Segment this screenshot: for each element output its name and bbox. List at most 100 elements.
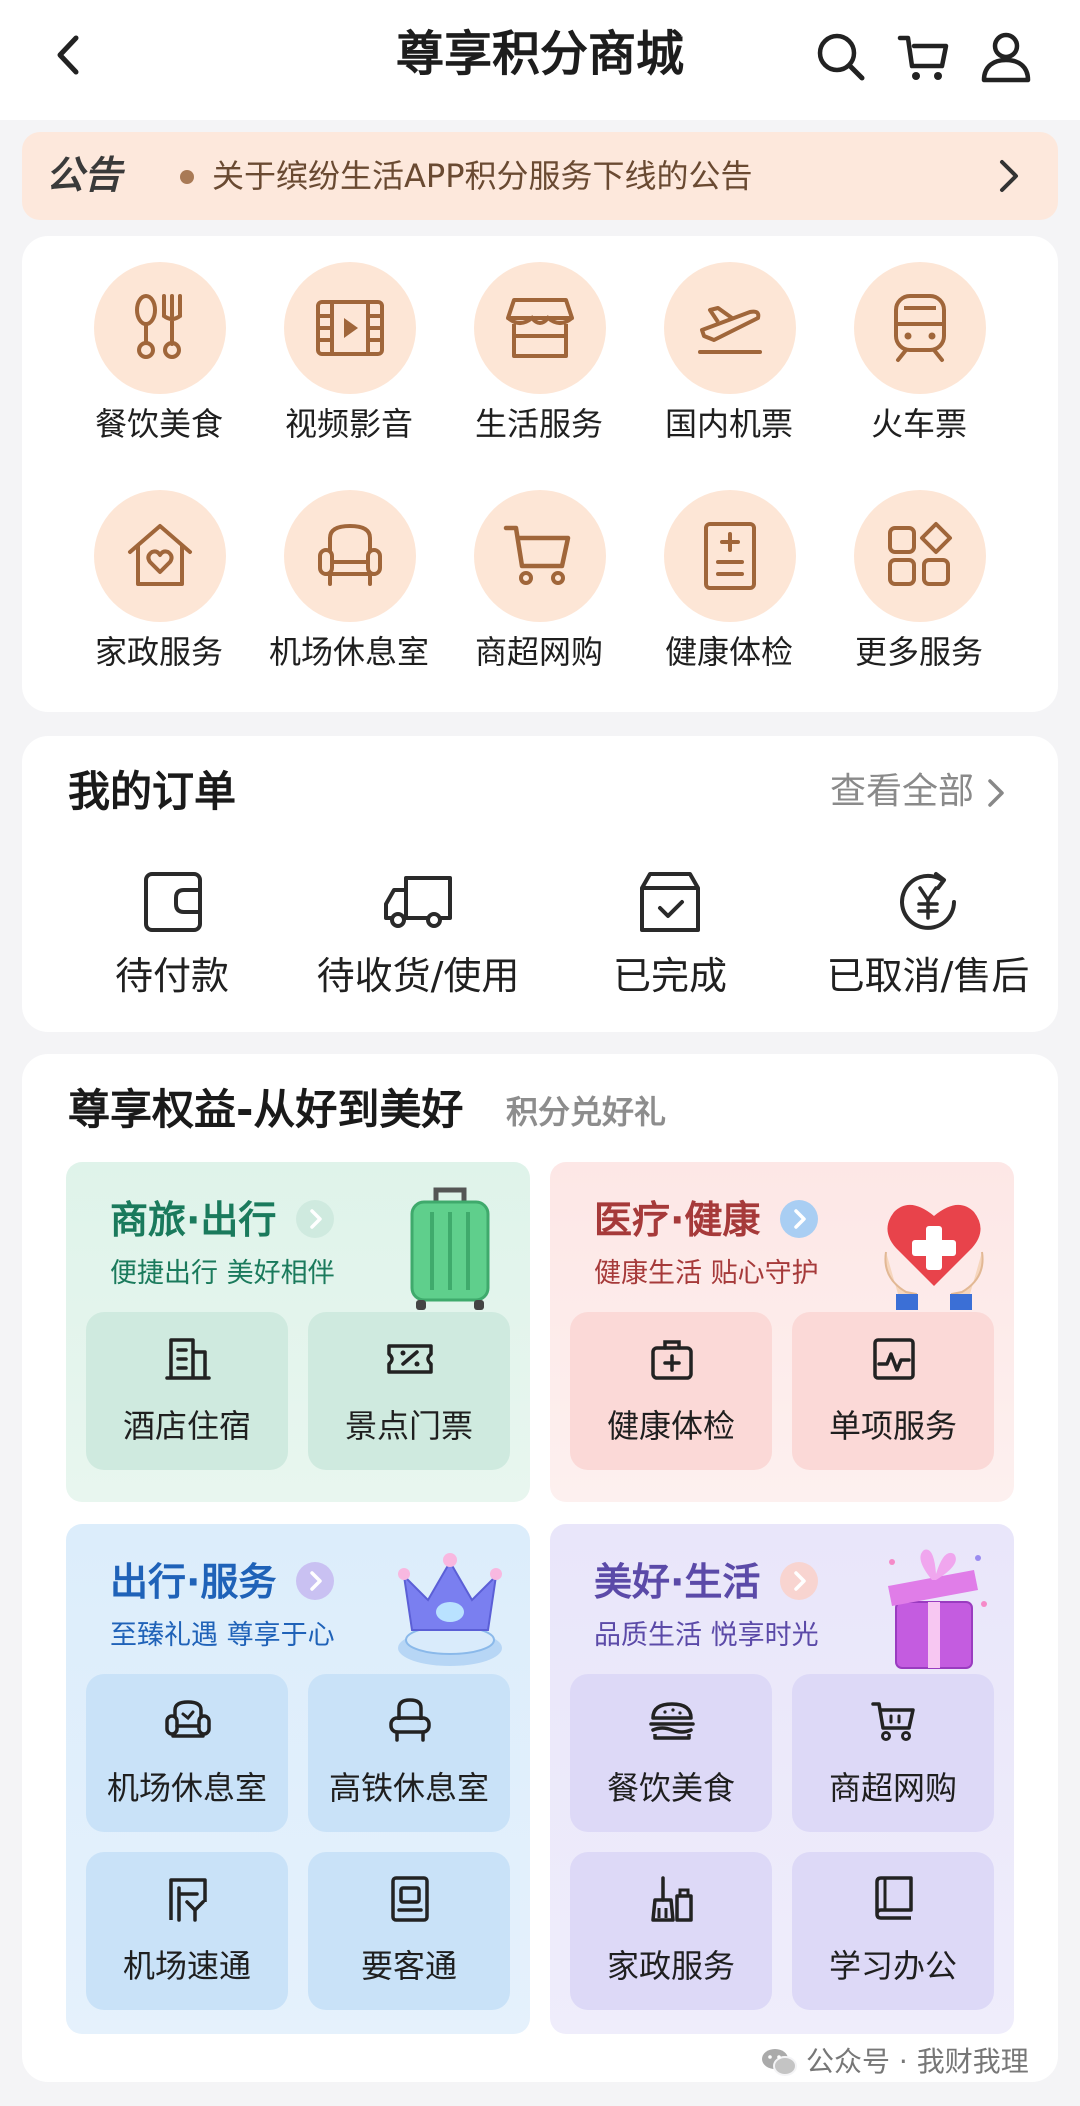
gate-icon — [169, 1878, 207, 1922]
cart-icon[interactable] — [896, 28, 952, 84]
search-icon[interactable] — [812, 28, 868, 84]
order-pending-payment[interactable]: 待付款 — [52, 866, 292, 1016]
grid-icon — [888, 522, 952, 586]
panel-subtitle: 便捷出行 美好相伴 — [110, 1258, 335, 1289]
chevron-right-icon[interactable] — [978, 776, 1012, 810]
service-icon-bg — [94, 262, 226, 394]
service-label: 机场休息室 — [268, 633, 429, 671]
clipboard-icon — [704, 522, 756, 590]
tile-label: 景点门票 — [344, 1407, 473, 1445]
service-icon-bg — [854, 490, 986, 622]
tile-label: 要客通 — [360, 1947, 457, 1985]
tile-study-office[interactable]: 学习办公 — [792, 1852, 994, 2010]
pulse-icon — [873, 1338, 915, 1380]
shop-icon — [506, 298, 574, 358]
service-item-lounge[interactable]: 机场休息室 — [264, 464, 434, 671]
service-label: 国内机票 — [664, 405, 793, 443]
user-icon[interactable] — [978, 28, 1034, 84]
order-pending-delivery[interactable]: 待收货/使用 — [298, 866, 538, 1016]
panel-title[interactable]: 美好·生活 — [594, 1554, 760, 1610]
yen-refund-icon — [900, 872, 956, 930]
top-nav-bar: 尊享积分商城 — [0, 0, 1080, 120]
service-item-housekeeping[interactable]: 家政服务 — [74, 464, 244, 671]
chevron-right-icon[interactable] — [780, 1562, 818, 1600]
vip-icon — [391, 1876, 429, 1922]
tile-tickets[interactable]: 景点门票 — [308, 1312, 510, 1470]
tile-label: 机场休息室 — [106, 1769, 267, 1807]
gift-box-illustration — [874, 1540, 994, 1674]
tile-airport-lounge[interactable]: 机场休息室 — [86, 1674, 288, 1832]
panel-medical-health: 医疗·健康 健康生活 贴心守护 健康体检 单项服务 — [550, 1162, 1014, 1502]
service-item-life[interactable]: 生活服务 — [454, 236, 624, 443]
service-label: 更多服务 — [854, 633, 983, 671]
announcement-tag: 公告 — [46, 153, 123, 197]
service-item-shopping[interactable]: 商超网购 — [454, 464, 624, 671]
tile-label: 家政服务 — [606, 1947, 735, 1985]
watermark-text: 公众号 · 我财我理 — [806, 2045, 1029, 2078]
tile-dining[interactable]: 餐饮美食 — [570, 1674, 772, 1832]
chevron-right-icon[interactable] — [780, 1200, 818, 1238]
panel-travel-service: 出行·服务 至臻礼遇 尊享于心 机场休息室 高铁休息室 机场速通 要客通 — [66, 1524, 530, 2034]
service-item-checkup[interactable]: 健康体检 — [644, 464, 814, 671]
chevron-right-icon[interactable] — [296, 1200, 334, 1238]
order-cancelled-aftersales[interactable]: 已取消/售后 — [808, 866, 1048, 1016]
tile-hotel[interactable]: 酒店住宿 — [86, 1312, 288, 1470]
service-icon-bg — [94, 490, 226, 622]
tile-label: 机场速通 — [122, 1947, 251, 1985]
order-label: 待收货/使用 — [316, 954, 520, 998]
service-item-video[interactable]: 视频影音 — [264, 236, 434, 443]
service-icon-bg — [474, 490, 606, 622]
order-completed[interactable]: 已完成 — [550, 866, 790, 1016]
panel-business-travel: 商旅·出行 便捷出行 美好相伴 酒店住宿 景点门票 — [66, 1162, 530, 1502]
panel-title[interactable]: 出行·服务 — [110, 1554, 276, 1610]
tile-label: 商超网购 — [828, 1769, 957, 1807]
armchair-icon — [318, 523, 382, 586]
benefits-card: 尊享权益-从好到美好 积分兑好礼 商旅·出行 便捷出行 美好相伴 酒店住宿 景点… — [22, 1054, 1058, 2082]
orders-title: 我的订单 — [68, 767, 237, 816]
chevron-right-icon — [988, 156, 1028, 196]
order-label: 已取消/售后 — [826, 954, 1030, 998]
service-label: 视频影音 — [284, 405, 413, 443]
my-orders-card: 我的订单 查看全部 待付款 待收货/使用 已完成 已取消/售后 — [22, 736, 1058, 1032]
panel-subtitle: 健康生活 贴心守护 — [594, 1258, 819, 1289]
announcement-bar[interactable]: 公告 关于缤纷生活APP积分服务下线的公告 — [22, 132, 1058, 220]
tile-label: 酒店住宿 — [122, 1407, 251, 1445]
tile-single-service[interactable]: 单项服务 — [792, 1312, 994, 1470]
tile-vip-service[interactable]: 要客通 — [308, 1852, 510, 2010]
medkit-icon — [651, 1340, 693, 1380]
chevron-right-icon[interactable] — [296, 1562, 334, 1600]
film-icon — [316, 300, 384, 356]
panel-good-life: 美好·生活 品质生活 悦享时光 餐饮美食 商超网购 家政服务 学习办公 — [550, 1524, 1014, 2034]
bullet-dot — [180, 170, 194, 184]
tile-housekeeping[interactable]: 家政服务 — [570, 1852, 772, 2010]
lounge-icon — [165, 1700, 211, 1738]
benefits-title: 尊享权益-从好到美好 — [68, 1085, 464, 1134]
tile-train-lounge[interactable]: 高铁休息室 — [308, 1674, 510, 1832]
tile-label: 单项服务 — [828, 1407, 957, 1445]
panel-title[interactable]: 商旅·出行 — [110, 1192, 276, 1248]
seat-icon — [389, 1698, 431, 1742]
service-item-flight[interactable]: 国内机票 — [644, 236, 814, 443]
panel-subtitle: 至臻礼遇 尊享于心 — [110, 1620, 335, 1651]
ticket-icon — [387, 1344, 433, 1374]
home-heart-icon — [128, 524, 192, 586]
tile-health-checkup[interactable]: 健康体检 — [570, 1312, 772, 1470]
tile-shopping[interactable]: 商超网购 — [792, 1674, 994, 1832]
cart-icon — [503, 525, 571, 585]
service-icon-bg — [664, 490, 796, 622]
service-label: 商超网购 — [474, 633, 603, 671]
crown-illustration — [388, 1540, 512, 1674]
panel-title[interactable]: 医疗·健康 — [594, 1192, 760, 1248]
tile-label: 学习办公 — [828, 1947, 957, 1985]
broom-icon — [651, 1876, 693, 1922]
service-item-more[interactable]: 更多服务 — [834, 464, 1004, 671]
service-icon-bg — [474, 262, 606, 394]
box-check-icon — [640, 872, 700, 932]
order-label: 待付款 — [114, 954, 229, 998]
book-icon — [875, 1876, 913, 1920]
panel-subtitle: 品质生活 悦享时光 — [594, 1620, 819, 1651]
view-all-link[interactable]: 查看全部 — [830, 766, 974, 818]
tile-fast-track[interactable]: 机场速通 — [86, 1852, 288, 2010]
service-item-train[interactable]: 火车票 — [834, 236, 1004, 443]
service-item-dining[interactable]: 餐饮美食 — [74, 236, 244, 443]
